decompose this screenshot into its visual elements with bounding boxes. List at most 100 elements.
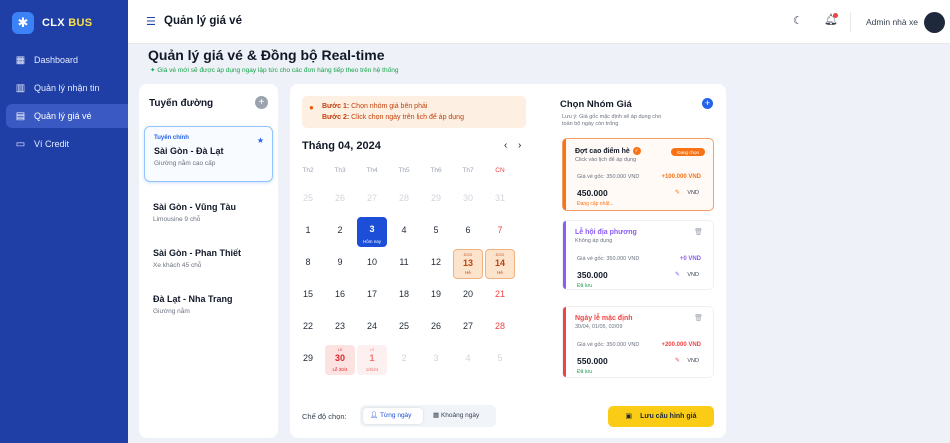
calendar-day[interactable]: 11 — [389, 249, 419, 279]
calendar-day[interactable]: 5 — [485, 345, 515, 375]
avatar[interactable] — [924, 12, 945, 33]
calendar-day[interactable]: 25 — [389, 313, 419, 343]
day-number: 28 — [398, 193, 409, 203]
calendar-day[interactable]: 8 — [293, 249, 323, 279]
calendar-day[interactable]: 4 — [389, 217, 419, 247]
menu-icon[interactable]: ☰ — [146, 15, 156, 28]
sidebar-item-0[interactable]: ▦ Dashboard — [6, 48, 128, 72]
day-number: 26 — [334, 193, 345, 203]
calendar-day[interactable]: 15 — [293, 281, 323, 311]
day-number: 24 — [366, 321, 377, 331]
calendar-day[interactable]: 1 — [293, 217, 323, 247]
calendar-day[interactable]: 2 — [325, 217, 355, 247]
calendar-day[interactable]: 26 — [325, 185, 355, 215]
add-route-icon[interactable]: + — [255, 96, 268, 109]
sidebar-item-3[interactable]: ▭ Ví Credit — [6, 132, 128, 156]
group-color-strip — [563, 307, 566, 377]
calendar-day[interactable]: 2 — [389, 345, 419, 375]
calendar-day[interactable]: 9 — [325, 249, 355, 279]
calendar-day[interactable]: 12 — [421, 249, 451, 279]
group-price[interactable]: 450.000 — [577, 188, 608, 198]
brand-logo[interactable]: ✱ CLX BUS — [12, 12, 92, 34]
group-price[interactable]: 350.000 — [577, 270, 608, 280]
edit-icon[interactable]: ✎ — [675, 271, 680, 278]
calendar-day[interactable]: 3 Hôm nay — [357, 217, 387, 247]
calendar-day[interactable]: 26 — [421, 313, 451, 343]
chevron-right-icon[interactable]: › — [518, 140, 521, 151]
calendar-day[interactable]: ĐCĐ 13 Hè — [453, 249, 483, 279]
calendar-day[interactable]: 5 — [421, 217, 451, 247]
calendar-day[interactable]: 6 — [453, 217, 483, 247]
add-group-icon[interactable]: + — [702, 98, 713, 109]
calendar-day[interactable]: Lễ 1 1/5/24 — [357, 345, 387, 375]
route-item[interactable]: Tuyến chính Sài Gòn - Đà Lạt Giường nằm ca… — [144, 126, 273, 182]
brand-accent: BUS — [68, 17, 93, 29]
save-button[interactable]: ▣ Lưu cấu hình giá — [608, 406, 714, 427]
admin-name[interactable]: Admin nhà xe — [866, 17, 918, 27]
calendar-day[interactable]: 29 — [293, 345, 323, 375]
day-label: Hè — [497, 270, 503, 275]
sidebar: ✱ CLX BUS ▦ Dashboard ▥ Quản lý nhận tin ▤ Qu… — [0, 0, 128, 443]
calendar-day[interactable]: 29 — [421, 185, 451, 215]
chevron-left-icon[interactable]: ‹ — [504, 140, 507, 151]
price-group[interactable]: Ngày lễ mặc định 30/04, 01/05, 02/09 🗑︎ Giá… — [562, 306, 714, 378]
calendar-day[interactable]: Lễ 30 Lễ 30/4 — [325, 345, 355, 375]
calendar-day[interactable]: 22 — [293, 313, 323, 343]
step1-text: Chọn nhóm giá bên phải — [351, 103, 428, 110]
route-type: Xe khách 45 chỗ — [153, 262, 202, 269]
currency-label: VND — [687, 358, 699, 364]
calendar-day[interactable]: 28 — [485, 313, 515, 343]
calendar-day[interactable]: 23 — [325, 313, 355, 343]
sidebar-item-1[interactable]: ▥ Quản lý nhận tin — [6, 76, 128, 100]
calendar-day[interactable]: 24 — [357, 313, 387, 343]
currency-label: VND — [687, 272, 699, 278]
notification-dot — [833, 13, 838, 18]
route-item[interactable]: Đà Lạt - Nha Trang Giường nằm — [144, 286, 273, 342]
day-number: 25 — [398, 321, 409, 331]
calendar-day[interactable]: 10 — [357, 249, 387, 279]
calendar-day[interactable]: 25 — [293, 185, 323, 215]
edit-icon[interactable]: ✎ — [675, 189, 680, 196]
calendar-day[interactable]: 20 — [453, 281, 483, 311]
day-number: 31 — [494, 193, 505, 203]
calendar-day[interactable]: 28 — [389, 185, 419, 215]
calendar-day[interactable]: 16 — [325, 281, 355, 311]
calendar-day[interactable]: 31 — [485, 185, 515, 215]
calendar-day[interactable]: 3 — [421, 345, 451, 375]
group-name: Lễ hội địa phương — [575, 229, 637, 236]
price-group[interactable]: Đợt cao điểm hè ✓ Click vào lịch để áp dụn… — [562, 138, 714, 211]
bus-logo-icon: ✱ — [12, 12, 34, 34]
trash-icon[interactable]: 🗑︎ — [694, 228, 703, 236]
calendar-day[interactable]: 18 — [389, 281, 419, 311]
chart-icon: ▥ — [15, 82, 26, 94]
trash-icon[interactable]: 🗑︎ — [694, 314, 703, 322]
calendar-day[interactable]: 27 — [357, 185, 387, 215]
page-title: Quản lý giá vé & Đồng bộ Real-time — [148, 47, 385, 63]
calendar-day[interactable]: 7 — [485, 217, 515, 247]
calendar-day[interactable]: 4 — [453, 345, 483, 375]
day-number: 23 — [334, 321, 345, 331]
day-number: 29 — [430, 193, 441, 203]
day-number: 4 — [465, 353, 471, 363]
calendar-day[interactable]: 30 — [453, 185, 483, 215]
price-group[interactable]: Lễ hội địa phương Không áp dụng 🗑︎ Giá vé g… — [562, 220, 714, 290]
group-desc: 30/04, 01/05, 02/09 — [575, 324, 623, 330]
moon-icon[interactable]: ☾ — [793, 14, 803, 27]
groups-title: Chọn Nhóm Giá — [560, 99, 632, 110]
mode-range-button[interactable]: ▦ Khoảng ngày — [426, 408, 494, 424]
day-number: 20 — [462, 289, 473, 299]
brand-name: CLX — [42, 17, 65, 29]
calendar-day[interactable]: 21 — [485, 281, 515, 311]
calendar-day[interactable]: 27 — [453, 313, 483, 343]
calendar-day[interactable]: 19 — [421, 281, 451, 311]
route-name: Sài Gòn - Vũng Tàu — [153, 202, 236, 212]
day-number: 7 — [497, 225, 503, 235]
user-icon: 👤︎ — [370, 412, 379, 419]
calendar-day[interactable]: 17 — [357, 281, 387, 311]
mode-single-button[interactable]: 👤︎ Từng ngày — [363, 408, 423, 424]
group-price[interactable]: 550.000 — [577, 356, 608, 366]
calendar-day[interactable]: ĐCĐ 14 Hè — [485, 249, 515, 279]
price-delta: +100.000 VND — [661, 174, 701, 180]
sidebar-item-2[interactable]: ▤ Quản lý giá vé — [6, 104, 128, 128]
edit-icon[interactable]: ✎ — [675, 357, 680, 364]
